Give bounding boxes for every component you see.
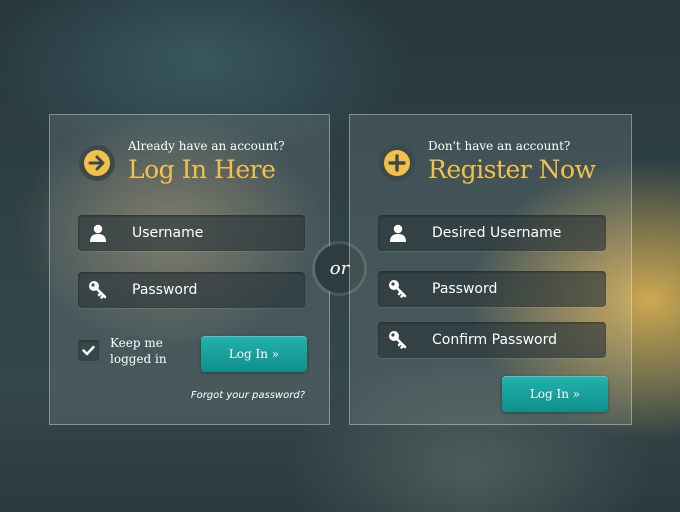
login-subtitle: Already have an account? xyxy=(128,139,285,153)
user-icon xyxy=(390,224,406,242)
register-password-placeholder: Password xyxy=(432,281,498,297)
password-field[interactable]: Password xyxy=(78,272,305,308)
check-icon xyxy=(82,345,95,356)
arrow-right-circle-icon xyxy=(79,145,115,181)
password-placeholder: Password xyxy=(132,282,198,298)
login-panel: Already have an account? Log In Here Use… xyxy=(49,114,330,425)
key-icon xyxy=(389,280,407,298)
register-subtitle: Don't have an account? xyxy=(428,139,571,153)
login-title: Log In Here xyxy=(128,155,276,184)
register-title: Register Now xyxy=(428,155,596,184)
forgot-password-link[interactable]: Forgot your password? xyxy=(191,390,305,401)
key-icon xyxy=(89,281,107,299)
confirm-password-placeholder: Confirm Password xyxy=(432,332,558,348)
keep-logged-in-checkbox[interactable] xyxy=(78,340,99,361)
desired-username-placeholder: Desired Username xyxy=(432,225,562,241)
username-field[interactable]: Username xyxy=(78,215,305,251)
register-panel: Don't have an account? Register Now Desi… xyxy=(349,114,632,425)
username-placeholder: Username xyxy=(132,225,204,241)
register-password-field[interactable]: Password xyxy=(378,271,606,307)
login-button[interactable]: Log In » xyxy=(201,336,307,372)
confirm-password-field[interactable]: Confirm Password xyxy=(378,322,606,358)
keep-logged-in-label: Keep me logged in xyxy=(110,336,167,366)
user-icon xyxy=(90,224,106,242)
plus-circle-icon xyxy=(379,145,415,181)
key-icon xyxy=(389,331,407,349)
register-button[interactable]: Log In » xyxy=(502,376,608,412)
desired-username-field[interactable]: Desired Username xyxy=(378,215,606,251)
